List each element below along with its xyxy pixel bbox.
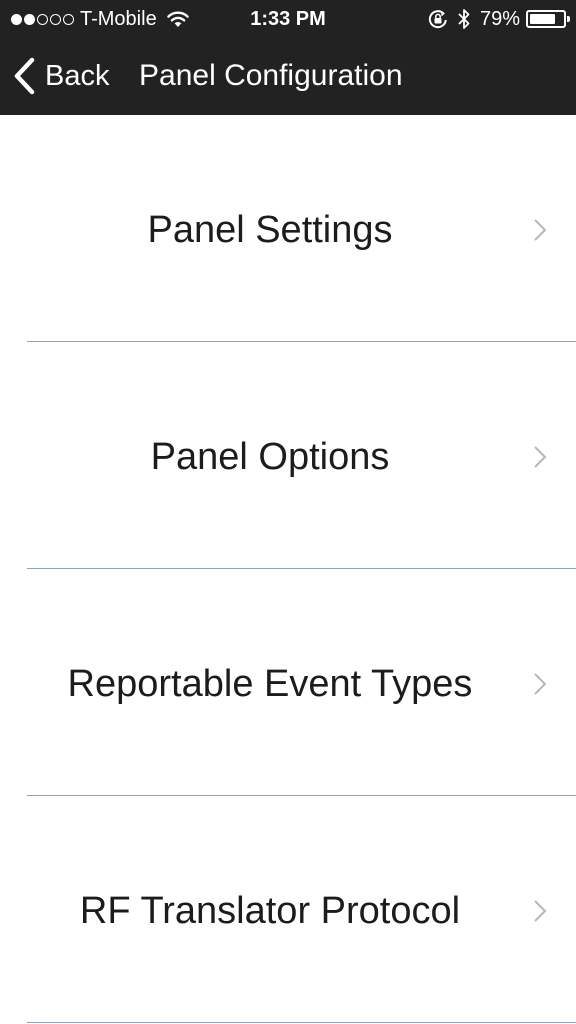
back-label: Back bbox=[45, 59, 110, 92]
chevron-right-icon bbox=[533, 445, 547, 474]
menu-item-panel-options[interactable]: Panel Options bbox=[0, 342, 576, 569]
page-title: Panel Configuration bbox=[139, 59, 403, 92]
menu-item-reportable-event-types[interactable]: Reportable Event Types bbox=[0, 569, 576, 796]
chevron-right-icon bbox=[533, 218, 547, 247]
status-bar: T-Mobile 1:33 PM 79% bbox=[0, 0, 576, 38]
rotation-lock-icon bbox=[428, 9, 448, 29]
battery-percentage: 79% bbox=[479, 7, 520, 30]
navigation-bar: Back Panel Configuration bbox=[0, 38, 576, 115]
menu-item-label: Panel Settings bbox=[147, 209, 393, 251]
menu-list: Panel Settings Panel Options Reportable … bbox=[0, 115, 576, 1023]
chevron-right-icon bbox=[533, 899, 547, 928]
battery-fill bbox=[530, 14, 555, 24]
menu-item-label: Panel Options bbox=[150, 436, 390, 478]
menu-item-rf-translator-protocol[interactable]: RF Translator Protocol bbox=[0, 796, 576, 1023]
menu-item-label: RF Translator Protocol bbox=[79, 890, 461, 932]
battery-icon bbox=[526, 10, 570, 28]
menu-item-label: Reportable Event Types bbox=[67, 663, 473, 705]
menu-item-panel-settings[interactable]: Panel Settings bbox=[0, 115, 576, 342]
bluetooth-icon bbox=[458, 8, 470, 30]
status-right: 79% bbox=[428, 6, 570, 32]
battery-tip bbox=[567, 16, 570, 22]
back-button[interactable]: Back bbox=[12, 56, 109, 96]
chevron-right-icon bbox=[533, 672, 547, 701]
chevron-left-icon bbox=[12, 57, 36, 95]
